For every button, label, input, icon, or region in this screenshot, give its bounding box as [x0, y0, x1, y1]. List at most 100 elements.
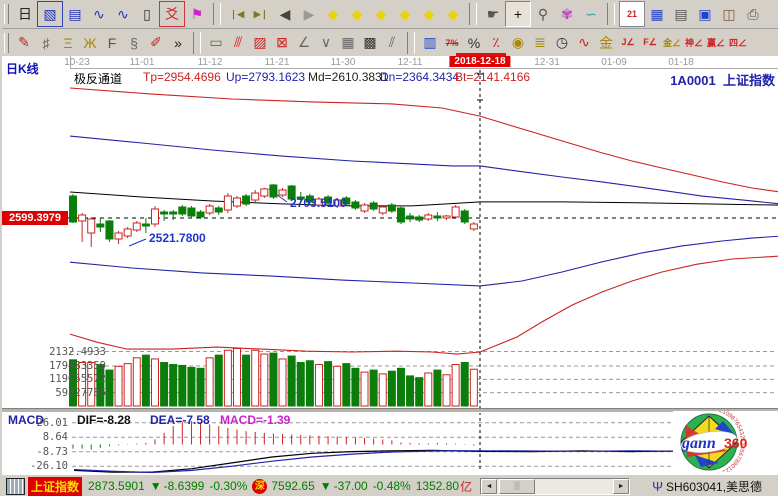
- gold-angle-button[interactable]: 金∠: [661, 31, 683, 55]
- wave3-button[interactable]: ∿: [87, 2, 111, 26]
- check-tool-button[interactable]: ∨: [315, 31, 337, 55]
- toolbar-separator: [469, 3, 477, 25]
- next-page-button[interactable]: ▶: [297, 2, 321, 26]
- sh-index-change: -8.6399: [164, 479, 205, 493]
- peak-annotation: 2703.5100: [290, 196, 347, 210]
- minute-chart-button[interactable]: ▧: [37, 1, 63, 27]
- last-page-button[interactable]: ▶❘: [249, 2, 273, 26]
- toolbar-separator: [607, 3, 615, 25]
- gann360-logo-svg: gann 360 5432109876543210 34567890123456: [673, 411, 778, 472]
- compass-button[interactable]: ◷: [551, 31, 573, 55]
- crosshair-button[interactable]: +: [505, 1, 531, 27]
- calendar-button[interactable]: 21: [619, 1, 645, 27]
- sz-index-change: -37.00: [334, 479, 368, 493]
- scroll-left-arrow[interactable]: ◄: [481, 479, 497, 494]
- print-button[interactable]: ⎙: [741, 2, 765, 26]
- panel-button[interactable]: ▥: [419, 31, 441, 55]
- gold-circle-button[interactable]: ◉: [507, 31, 529, 55]
- wave9-button[interactable]: ∿: [111, 2, 135, 26]
- percent-button[interactable]: %: [463, 31, 485, 55]
- logo-text-gann: gann: [681, 435, 716, 452]
- ruler-brush-button[interactable]: ✐: [145, 31, 167, 55]
- brush-tool-button[interactable]: ✎: [13, 31, 35, 55]
- scroll-thumb[interactable]: ▒: [499, 479, 535, 494]
- f10-info-button[interactable]: ▤: [63, 2, 87, 26]
- shade-box-button[interactable]: ▨: [249, 31, 271, 55]
- macd-scale-label: 8.64: [2, 431, 68, 443]
- shen-angle-button[interactable]: 神∠: [683, 31, 705, 55]
- save-button[interactable]: ▣: [693, 2, 717, 26]
- gold-bars-button[interactable]: 金: [595, 31, 617, 55]
- first-page-button[interactable]: ❘◀: [225, 2, 249, 26]
- four-angle-button[interactable]: 四∠: [727, 31, 749, 55]
- f-angle-button[interactable]: F∠: [639, 31, 661, 55]
- chart-region: 日K线 10-2311-0111-1211-2111-3012-112018-1…: [2, 56, 778, 474]
- gold-lines-button[interactable]: ≣: [529, 31, 551, 55]
- horizontal-scrollbar[interactable]: ◄ ▒ ►: [480, 478, 630, 495]
- hash-tool-button[interactable]: ♯: [35, 31, 57, 55]
- sz-market-badge[interactable]: 深: [252, 479, 267, 494]
- curve-mark-button[interactable]: ∽: [579, 2, 603, 26]
- toolbar-separator: [193, 32, 201, 54]
- connection-antenna-icon: Ψ: [652, 479, 663, 494]
- candle-style-button[interactable]: ▯: [135, 2, 159, 26]
- more-tools-button[interactable]: »: [167, 31, 189, 55]
- market-grid-icon[interactable]: [6, 478, 25, 495]
- zoom-button[interactable]: ⚲: [531, 2, 555, 26]
- macd-dea-value: DEA=-7.58: [150, 413, 210, 427]
- sh-index-pct: -0.30%: [209, 479, 247, 493]
- macd-dif-value: DIF=-8.28: [77, 413, 131, 427]
- macd-scale-label: -26.10: [2, 460, 68, 472]
- sz-index-pct: -0.48%: [373, 479, 411, 493]
- gann-fan-button[interactable]: ⫻: [227, 31, 249, 55]
- wave-tool-button[interactable]: ∿: [573, 31, 595, 55]
- full-range-button[interactable]: ◆: [441, 2, 465, 26]
- current-stock-label[interactable]: SH603041,美思德: [666, 478, 762, 495]
- pan-right-button[interactable]: ◆: [345, 2, 369, 26]
- colored-flag-button[interactable]: ⚑: [185, 2, 209, 26]
- j-angle-button[interactable]: J∠: [617, 31, 639, 55]
- expand-horizontal-button[interactable]: ◆: [369, 2, 393, 26]
- golden-section-button[interactable]: Ж: [79, 31, 101, 55]
- last-price-tag: 2599.3979: [2, 211, 68, 225]
- status-bar: 上证指数 2873.5901 ▼ -8.6399 -0.30% 深 7592.6…: [2, 474, 778, 496]
- spiral-button[interactable]: §: [123, 31, 145, 55]
- sz-down-arrow-icon: ▼: [320, 479, 332, 493]
- pan-left-button[interactable]: ◆: [321, 2, 345, 26]
- volume-scale-label: 59827786: [2, 387, 106, 399]
- rect-tool-button[interactable]: ▭: [205, 31, 227, 55]
- node-mark-button[interactable]: ✾: [555, 2, 579, 26]
- sh-index-badge[interactable]: 上证指数: [28, 477, 82, 496]
- turnover-amount: 1352.80: [416, 479, 459, 493]
- percent-strike-button[interactable]: 7%: [441, 31, 463, 55]
- macd-scale-label: -8.73: [2, 446, 68, 458]
- grid-fine-button[interactable]: ▦: [337, 31, 359, 55]
- percent-lines-button[interactable]: ٪: [485, 31, 507, 55]
- prev-page-button[interactable]: ◀: [273, 2, 297, 26]
- toolbar-grip-2[interactable]: [4, 33, 9, 53]
- win-angle-button[interactable]: 赢∠: [705, 31, 727, 55]
- sh-index-value: 2873.5901: [88, 479, 145, 493]
- toolbar-drawing: ✎♯ΞЖF§✐» ▭⫻▨⊠∠∨▦▩⫽ ▥7%%٪◉≣◷∿金J∠F∠金∠神∠赢∠四∠: [2, 29, 778, 57]
- indicator-edit-button[interactable]: 爻: [159, 1, 185, 27]
- calculator-button[interactable]: ▦: [645, 2, 669, 26]
- box-x-button[interactable]: ⊠: [271, 31, 293, 55]
- compress-button[interactable]: ◆: [393, 2, 417, 26]
- pan-hand-button[interactable]: ☛: [481, 2, 505, 26]
- macd-scale-label: 26.01: [2, 417, 68, 429]
- parallel-button[interactable]: ⫽: [381, 31, 403, 55]
- app-window: 日▧▤∿∿▯爻⚑❘◀▶❘◀▶◆◆◆◆◆◆☛+⚲✾∽21▦▤▣◫⎙ ✎♯ΞЖF§✐…: [0, 0, 778, 496]
- notes-button[interactable]: ▤: [669, 2, 693, 26]
- trough-annotation: 2521.7800: [149, 231, 206, 245]
- export-button[interactable]: ◫: [717, 2, 741, 26]
- angle-tool-button[interactable]: ∠: [293, 31, 315, 55]
- fibo-f-button[interactable]: F: [101, 31, 123, 55]
- expand-all-button[interactable]: ◆: [417, 2, 441, 26]
- grid-bold-button[interactable]: ▩: [359, 31, 381, 55]
- toolbar-grip[interactable]: [4, 4, 9, 24]
- golden-ratio-button[interactable]: Ξ: [57, 31, 79, 55]
- period-daily-button[interactable]: 日: [13, 2, 37, 26]
- toolbar-separator: [407, 32, 415, 54]
- toolbar-separator: [213, 3, 221, 25]
- scroll-right-arrow[interactable]: ►: [613, 479, 629, 494]
